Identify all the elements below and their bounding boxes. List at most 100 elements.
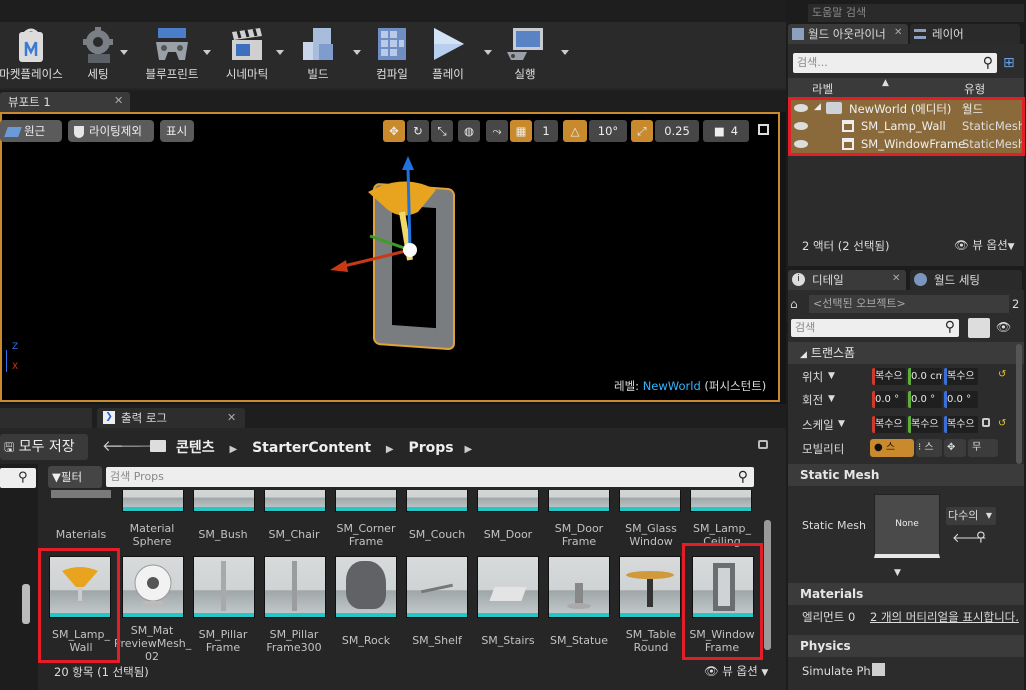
simulate-physics-checkbox[interactable] (872, 663, 885, 676)
tab-viewport[interactable]: 뷰포트 1 ✕ (0, 92, 130, 112)
tab-world-settings[interactable]: 월드 세팅 (910, 270, 1022, 290)
close-icon[interactable]: ✕ (892, 273, 900, 284)
lock-icon[interactable] (982, 418, 990, 427)
materials-section-header[interactable]: Materials (788, 583, 1024, 605)
rotation-label[interactable]: 회전 (802, 392, 823, 408)
grid-snap-toggle[interactable]: ▦ (510, 120, 532, 142)
asset-thumbnail[interactable] (477, 556, 539, 618)
breadcrumb-item[interactable]: StarterContent (252, 440, 371, 456)
mobility-extra-button[interactable]: 무 (968, 439, 998, 457)
build-button[interactable]: 빌드 (283, 22, 353, 86)
add-actor-icon[interactable]: ⊞ (1003, 55, 1015, 71)
rotation-x-field[interactable]: 0.0 ° (872, 391, 906, 408)
tab-output-log[interactable]: ❯ 출력 로그 ✕ (97, 408, 245, 428)
breadcrumb-item[interactable]: 콘텐츠 (176, 440, 215, 456)
location-x-field[interactable]: 복수으 (872, 368, 906, 385)
perspective-button[interactable]: 원근 (0, 120, 62, 142)
save-all-button[interactable]: 🖫 모두 저장 (0, 434, 88, 460)
translate-tool-button[interactable]: ✥ (383, 120, 405, 142)
outliner-view-options[interactable]: 👁 뷰 옵션▼ (954, 237, 1015, 253)
eye-icon[interactable]: 👁 (996, 320, 1011, 334)
close-icon[interactable]: ✕ (114, 94, 123, 107)
sources-scrollbar[interactable] (22, 584, 30, 624)
launch-button[interactable]: 실행 (490, 22, 560, 86)
marketplace-button[interactable]: 마켓플레이스 (0, 22, 66, 86)
lock-icon[interactable] (758, 440, 768, 449)
rotate-tool-button[interactable]: ↻ (407, 120, 429, 142)
scale-snap-value[interactable]: 0.25 (655, 120, 699, 142)
rotation-z-field[interactable]: 0.0 ° (944, 391, 978, 408)
play-button[interactable]: 플레이 (413, 22, 483, 86)
settings-dropdown-arrow[interactable] (120, 50, 128, 55)
chevron-down-icon[interactable]: ▼ (838, 419, 845, 429)
tab-layers[interactable]: 레이어 (910, 24, 1020, 44)
transform-section-header[interactable]: ◢ 트랜스폼 (788, 342, 1024, 364)
asset-tile[interactable] (51, 490, 111, 498)
layers-tab-label: 레이어 (932, 27, 964, 41)
maximize-viewport-icon[interactable] (758, 124, 769, 135)
location-y-field[interactable]: 0.0 cm (908, 368, 942, 385)
close-icon[interactable]: ✕ (894, 27, 902, 38)
breadcrumb-item[interactable]: Props (408, 440, 453, 456)
property-matrix-icon[interactable] (968, 318, 990, 338)
location-label[interactable]: 위치 (802, 369, 823, 385)
scale-x-field[interactable]: 복수으 (872, 416, 906, 433)
blueprint-dropdown-arrow[interactable] (203, 50, 211, 55)
asset-thumbnail[interactable] (619, 556, 681, 618)
asset-thumbnail[interactable] (264, 556, 326, 618)
rotation-snap-value[interactable]: 10° (589, 120, 627, 142)
chevron-down-icon[interactable]: ▼ (828, 371, 835, 381)
scale-y-field[interactable]: 복수으 (908, 416, 942, 433)
close-icon[interactable]: ✕ (227, 411, 236, 424)
location-z-field[interactable]: 복수으 (944, 368, 978, 385)
scale-z-field[interactable]: 복수으 (944, 416, 978, 433)
expand-down-icon[interactable]: ▼ (894, 568, 901, 578)
scale-snap-toggle[interactable]: ⤢ (631, 120, 653, 142)
physics-section-header[interactable]: Physics (788, 635, 1024, 657)
asset-thumbnail[interactable] (193, 556, 255, 618)
details-search-input[interactable]: 검색 ⚲ (791, 319, 959, 337)
view-mode-button[interactable]: 라이팅제외 (68, 120, 154, 142)
browse-search-icon[interactable]: ⚲ (976, 530, 986, 545)
scale-tool-button[interactable]: ⤡ (431, 120, 453, 142)
launch-dropdown-arrow[interactable] (561, 50, 569, 55)
asset-thumbnail[interactable] (335, 556, 397, 618)
mobility-movable-button[interactable]: ✥ (944, 439, 966, 457)
asset-grid-scrollbar[interactable] (764, 520, 771, 650)
asset-thumbnail[interactable] (548, 556, 610, 618)
home-icon[interactable]: ⌂ (790, 297, 798, 311)
asset-thumbnail[interactable] (122, 556, 184, 618)
mobility-static-button[interactable]: ● 스 (870, 439, 914, 457)
sources-search[interactable]: ⚲ (0, 468, 36, 488)
reset-icon[interactable]: ↺ (998, 369, 1006, 380)
tab-details[interactable]: i 디테일 ✕ (788, 270, 906, 290)
static-mesh-dropdown[interactable]: 다수의 ▼ (946, 507, 996, 525)
surface-snap-button[interactable]: ⤳ (486, 120, 508, 142)
mobility-stationary-button[interactable]: ⁝ 스 (916, 439, 942, 457)
static-mesh-section-header[interactable]: Static Mesh (788, 464, 1024, 486)
world-local-button[interactable]: ◍ (458, 120, 480, 142)
details-scrollbar[interactable] (1016, 344, 1022, 464)
cinematic-button[interactable]: 시네마틱 (212, 22, 282, 86)
grid-snap-value[interactable]: 1 (534, 120, 558, 142)
rotation-y-field[interactable]: 0.0 ° (908, 391, 942, 408)
reset-icon[interactable]: ↺ (998, 418, 1006, 429)
rotation-snap-toggle[interactable]: △ (563, 120, 587, 142)
static-mesh-thumbnail[interactable]: None (874, 494, 940, 558)
chevron-down-icon[interactable]: ▼ (828, 394, 835, 404)
camera-speed-button[interactable]: ■ 4 (703, 120, 749, 142)
content-view-options[interactable]: 👁 뷰 옵션 ▼ (704, 663, 768, 679)
element-link[interactable]: 2 개의 머티리얼을 표시합니다. (870, 609, 1019, 625)
shield-icon (74, 125, 84, 138)
scale-label[interactable]: 스케일 (802, 417, 834, 433)
col-label[interactable]: 라벨 (812, 81, 833, 97)
tab-world-outliner[interactable]: 월드 아웃라이너 ✕ (788, 24, 908, 44)
outliner-search-input[interactable]: 검색... ⚲ (793, 53, 997, 73)
blueprint-button[interactable]: 블루프린트 (137, 22, 207, 86)
show-button[interactable]: 표시 (160, 120, 194, 142)
col-type[interactable]: 유형 (964, 81, 985, 97)
tab-content-browser-stub[interactable] (0, 408, 92, 428)
help-search-input[interactable]: 도움말 검색 (808, 4, 1024, 22)
filter-button-overlay[interactable]: ▼필터 (48, 466, 102, 488)
asset-thumbnail[interactable] (406, 556, 468, 618)
